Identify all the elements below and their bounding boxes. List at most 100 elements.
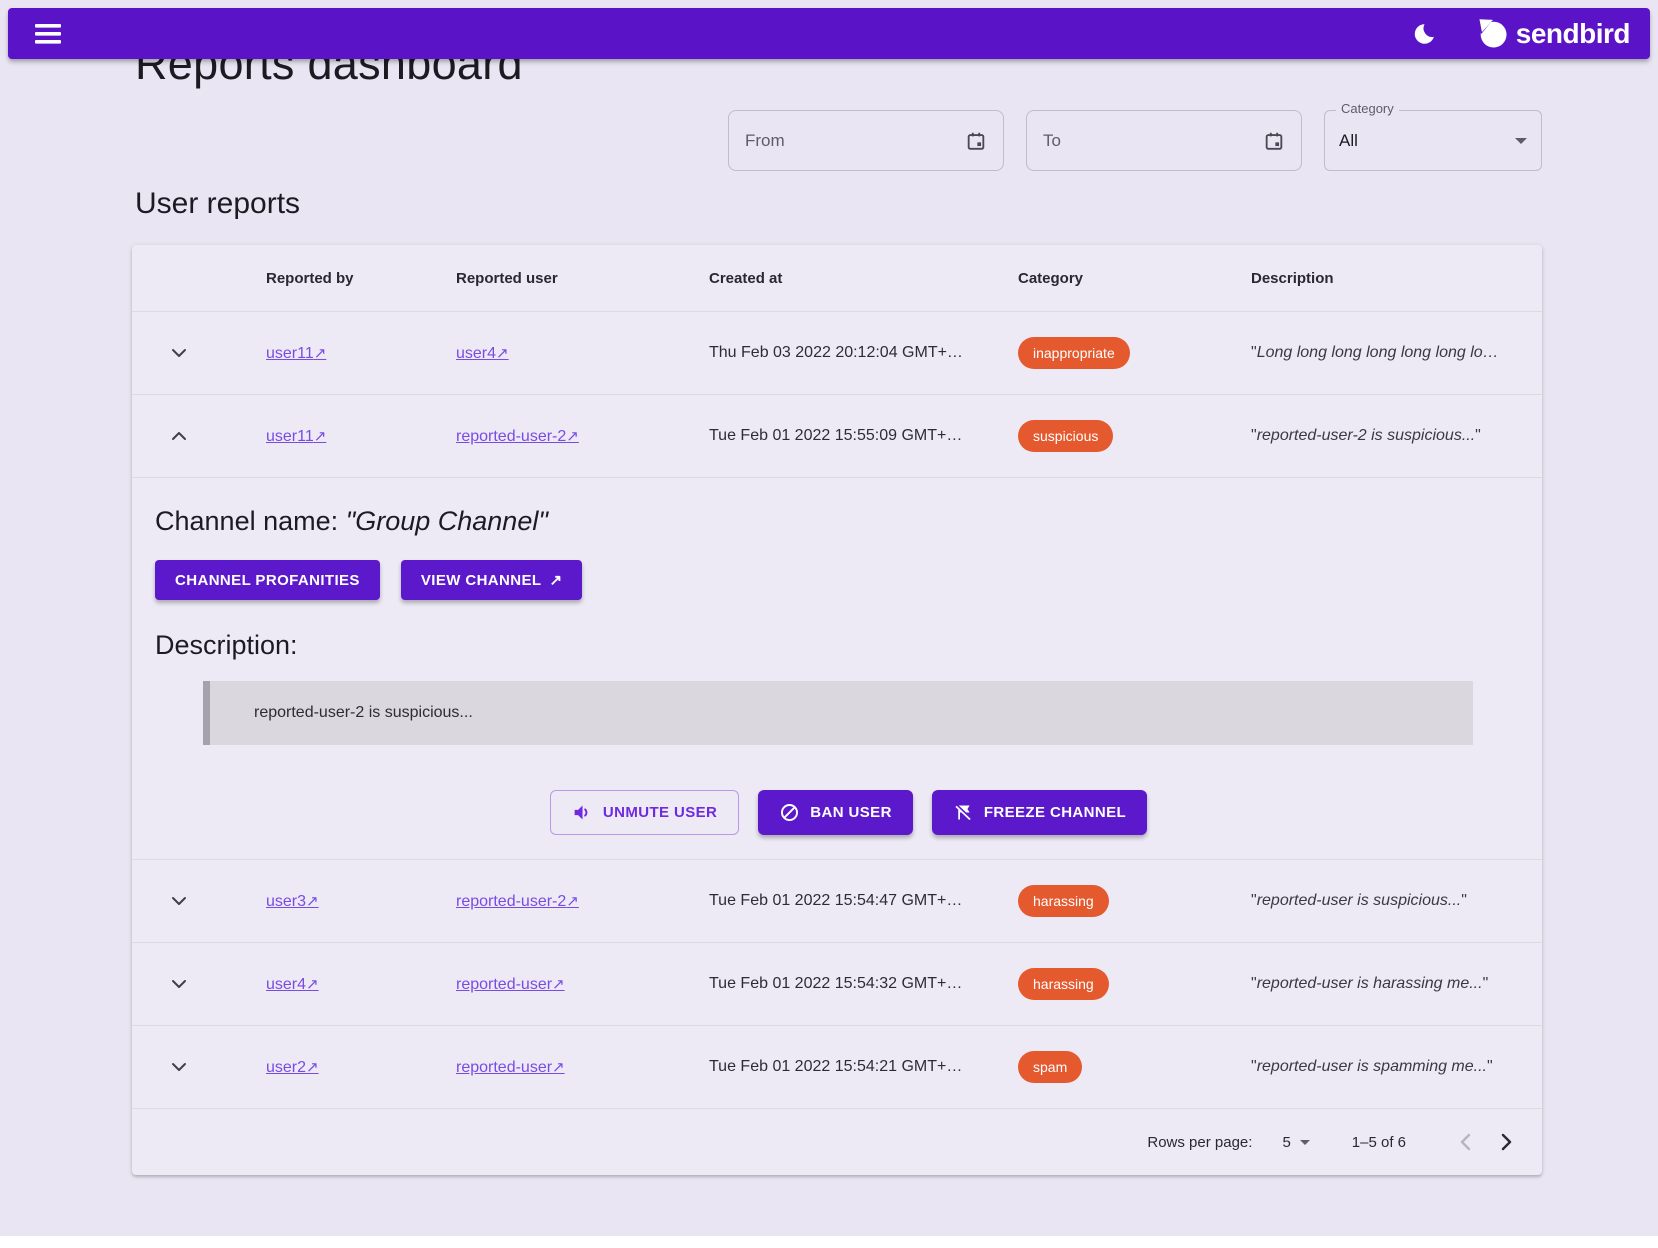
volume-up-icon: [572, 802, 593, 823]
sendbird-logo-icon: [1477, 18, 1509, 50]
next-page-button[interactable]: [1486, 1122, 1526, 1162]
expand-row-button[interactable]: [158, 332, 200, 374]
reported-by-link[interactable]: user3↗: [266, 893, 319, 910]
moderation-actions-row: UNMUTE USER BAN USER FREEZE CHANNEL: [155, 790, 1542, 835]
menu-icon: [34, 23, 62, 45]
chevron-right-icon: [1494, 1130, 1518, 1154]
brand-name: sendbird: [1516, 18, 1630, 50]
reported-by-link[interactable]: user11↗: [266, 428, 326, 445]
expand-row-button[interactable]: [158, 963, 200, 1005]
reported-user-link[interactable]: reported-user-2↗: [456, 428, 579, 445]
dark-mode-toggle-button[interactable]: [1405, 15, 1443, 53]
category-badge: spam: [1018, 1051, 1082, 1083]
category-badge: inappropriate: [1018, 337, 1130, 369]
user-reports-table: Reported by Reported user Created at Cat…: [132, 245, 1542, 1175]
reported-user-link[interactable]: reported-user↗: [456, 1059, 565, 1076]
external-link-icon: ↗: [552, 976, 565, 993]
category-select-label: Category: [1336, 101, 1399, 116]
created-at-cell: Thu Feb 03 2022 20:12:04 GMT+…: [709, 344, 1018, 362]
external-link-icon: ↗: [314, 345, 327, 362]
reported-user-link[interactable]: user4↗: [456, 345, 509, 362]
external-link-icon: ↗: [566, 428, 579, 445]
calendar-icon: [965, 130, 987, 152]
category-select[interactable]: Category All: [1324, 110, 1542, 171]
category-badge: harassing: [1018, 885, 1109, 917]
external-link-icon: ↗: [306, 893, 319, 910]
external-link-icon: ↗: [306, 976, 319, 993]
expand-row-button[interactable]: [158, 1046, 200, 1088]
calendar-icon: [1263, 130, 1285, 152]
channel-profanities-button[interactable]: CHANNEL PROFANITIES: [155, 560, 380, 600]
reported-user-link[interactable]: reported-user↗: [456, 976, 565, 993]
table-pagination: Rows per page: 5 1–5 of 6: [132, 1109, 1542, 1175]
description-cell: "reported-user is harassing me...": [1251, 975, 1542, 993]
created-at-cell: Tue Feb 01 2022 15:54:47 GMT+…: [709, 892, 1018, 910]
filters-bar: From To Category: [0, 110, 1542, 171]
description-cell: "Long long long long long long lo…: [1251, 344, 1542, 362]
column-header-description: Description: [1251, 270, 1542, 287]
created-at-cell: Tue Feb 01 2022 15:55:09 GMT+…: [709, 427, 1018, 445]
pagination-range: 1–5 of 6: [1352, 1134, 1406, 1151]
view-channel-button[interactable]: VIEW CHANNEL ↗: [401, 560, 583, 600]
description-cell: "reported-user is suspicious...": [1251, 892, 1542, 910]
reported-by-link[interactable]: user11↗: [266, 345, 326, 362]
chevron-down-icon: [167, 889, 191, 913]
report-row: user2↗reported-user↗Tue Feb 01 2022 15:5…: [132, 1026, 1542, 1109]
column-header-created-at: Created at: [709, 270, 1018, 287]
moon-icon: [1411, 21, 1437, 47]
ban-user-button[interactable]: BAN USER: [758, 790, 913, 835]
channel-name-label: Channel name:: [155, 506, 346, 536]
category-badge: suspicious: [1018, 420, 1113, 452]
report-row: user11↗ reported-user-2↗ Tue Feb 01 2022 1…: [132, 395, 1542, 478]
column-header-reported-by: Reported by: [266, 270, 456, 287]
external-link-icon: ↗: [552, 1059, 565, 1076]
table-body: user11↗ user4↗ Thu Feb 03 2022 20:12:04 GM…: [132, 312, 1542, 1109]
reported-by-link[interactable]: user4↗: [266, 976, 319, 993]
unmute-user-button[interactable]: UNMUTE USER: [550, 790, 739, 835]
freeze-channel-button[interactable]: FREEZE CHANNEL: [932, 790, 1147, 835]
table-header-row: Reported by Reported user Created at Cat…: [132, 245, 1542, 312]
external-link-icon: ↗: [496, 345, 509, 362]
description-cell: "reported-user-2 is suspicious...": [1251, 427, 1542, 445]
chevron-left-icon: [1454, 1130, 1478, 1154]
date-from-input[interactable]: From: [728, 110, 1004, 171]
external-link-icon: ↗: [549, 571, 562, 589]
app-bar: sendbird: [8, 8, 1650, 59]
chevron-down-icon: [167, 972, 191, 996]
date-from-placeholder: From: [745, 131, 785, 151]
date-to-input[interactable]: To: [1026, 110, 1302, 171]
block-icon: [779, 802, 800, 823]
calendar-button[interactable]: [965, 130, 987, 152]
category-select-value: All: [1339, 131, 1358, 151]
category-badge: harassing: [1018, 968, 1109, 1000]
channel-name-line: Channel name: "Group Channel": [155, 506, 1542, 537]
reported-by-link[interactable]: user2↗: [266, 1059, 319, 1076]
flag-off-icon: [953, 802, 974, 823]
column-header-reported-user: Reported user: [456, 270, 709, 287]
rows-per-page-label: Rows per page:: [1147, 1134, 1252, 1151]
chevron-down-icon: [1300, 1140, 1310, 1145]
expand-row-button[interactable]: [158, 880, 200, 922]
date-to-placeholder: To: [1043, 131, 1061, 151]
channel-buttons-row: CHANNEL PROFANITIES VIEW CHANNEL ↗: [155, 560, 1542, 600]
reports-dashboard-page: sendbird Reports dashboard From To: [0, 0, 1658, 1236]
rows-per-page-select[interactable]: 5: [1282, 1134, 1309, 1151]
calendar-button[interactable]: [1263, 130, 1285, 152]
external-link-icon: ↗: [566, 893, 579, 910]
chevron-up-icon: [167, 424, 191, 448]
created-at-cell: Tue Feb 01 2022 15:54:32 GMT+…: [709, 975, 1018, 993]
reported-user-link[interactable]: reported-user-2↗: [456, 893, 579, 910]
external-link-icon: ↗: [314, 428, 327, 445]
report-description-quote: reported-user-2 is suspicious...: [203, 681, 1473, 745]
sendbird-logo: sendbird: [1477, 18, 1630, 50]
report-row: user4↗ reported-user↗ Tue Feb 01 2022 15:5…: [132, 943, 1542, 1026]
menu-button[interactable]: [28, 17, 68, 51]
expand-row-button[interactable]: [158, 415, 200, 457]
chevron-down-icon: [167, 1055, 191, 1079]
chevron-down-icon: [1515, 138, 1527, 144]
rows-per-page-value: 5: [1282, 1134, 1290, 1151]
chevron-down-icon: [167, 341, 191, 365]
description-heading: Description:: [155, 630, 1542, 661]
column-header-category: Category: [1018, 270, 1251, 287]
previous-page-button[interactable]: [1446, 1122, 1486, 1162]
